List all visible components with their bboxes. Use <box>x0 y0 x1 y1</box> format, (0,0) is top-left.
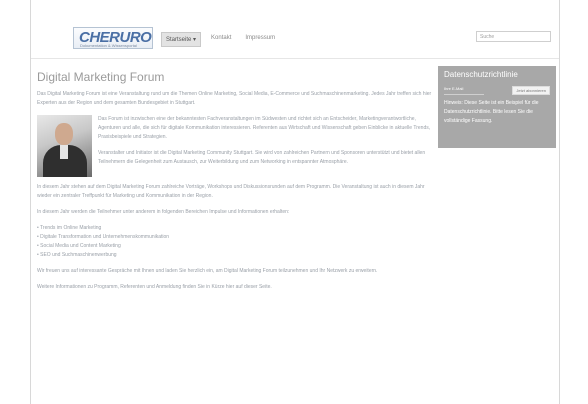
sidebar-text: Hinweis: Diese Seite ist ein Beispiel fü… <box>444 100 539 124</box>
list-item: • Digitale Transformation und Unternehme… <box>37 234 170 240</box>
subscribe-button[interactable]: Jetzt abonnieren <box>512 86 550 95</box>
page-title: Digital Marketing Forum <box>37 70 165 84</box>
site-logo[interactable]: CHERURO Dokumentation & Wissensportal <box>73 27 153 49</box>
speaker-photo <box>37 115 92 177</box>
intro-block: Das Forum ist inzwischen eine der bekann… <box>37 115 432 177</box>
paragraph-3: In diesem Jahr stehen auf dem Digital Ma… <box>37 184 425 199</box>
main-content: Digital Marketing Forum Das Digital Mark… <box>37 70 432 299</box>
page-container: CHERURO Dokumentation & Wissensportal St… <box>30 0 560 404</box>
sidebar-form: Ihre E-Mail Jetzt abonnieren <box>444 86 550 95</box>
logo-subtext: Dokumentation & Wissensportal <box>80 43 137 48</box>
topic-list: • Trends im Online Marketing • Digitale … <box>37 224 432 260</box>
intro-paragraph: Das Digital Marketing Forum ist eine Ver… <box>37 91 432 106</box>
paragraph-4: In diesem Jahr werden die Teilnehmer unt… <box>37 209 290 215</box>
paragraph-2: Veranstalter und Initiator ist die Digit… <box>98 150 426 165</box>
nav-item-startseite[interactable]: Startseite ▾ <box>161 32 202 47</box>
sidebar-title: Datenschutzrichtlinie <box>444 70 518 79</box>
sidebar-widget: Datenschutzrichtlinie Ihre E-Mail Jetzt … <box>438 66 556 148</box>
nav-item-impressum[interactable]: Impressum <box>241 32 279 47</box>
email-field[interactable]: Ihre E-Mail <box>444 86 484 95</box>
nav-item-kontakt[interactable]: Kontakt <box>207 32 235 47</box>
photo-head <box>55 123 73 145</box>
intro-text: Das Forum ist inzwischen eine der bekann… <box>98 115 432 177</box>
photo-shirt <box>60 145 68 159</box>
list-item: • SEO und Suchmaschinenwerbung <box>37 252 117 258</box>
main-nav: Startseite ▾ Kontakt Impressum <box>161 32 279 47</box>
search-input[interactable]: Suche <box>476 31 551 42</box>
list-item: • Trends im Online Marketing <box>37 225 102 231</box>
paragraph-1: Das Forum ist inzwischen eine der bekann… <box>98 116 431 140</box>
paragraph-6: Weitere Informationen zu Programm, Refer… <box>37 284 272 290</box>
site-header: CHERURO Dokumentation & Wissensportal St… <box>31 0 559 60</box>
header-divider <box>31 58 559 59</box>
paragraph-5: Wir freuen uns auf interessante Gespräch… <box>37 268 378 274</box>
list-item: • Social Media und Content Marketing <box>37 243 121 249</box>
